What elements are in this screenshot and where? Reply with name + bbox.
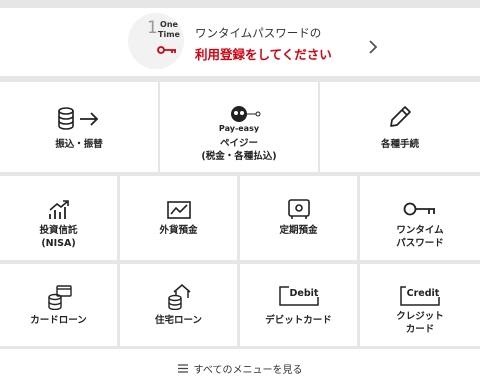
fx-chart-icon	[166, 201, 191, 219]
tile-time-deposit[interactable]: 定期預金	[240, 176, 357, 260]
tile-investment-trust-label: 投資信託 (NISA)	[39, 225, 78, 249]
onetime-badge-number: 1	[147, 18, 158, 38]
tile-foreign-deposit[interactable]: 外貨預金	[120, 176, 237, 260]
tile-foreign-deposit-label: 外貨預金	[159, 225, 198, 236]
onetime-badge-label: One Time	[158, 20, 180, 40]
tile-transfer[interactable]: 振込・振替	[0, 82, 158, 172]
banner-title: ワンタイムパスワードの	[195, 26, 322, 40]
payeasy-logo-text: Pay-easy	[219, 124, 260, 133]
tile-home-loan-label: 住宅ローン	[154, 315, 203, 326]
tile-payeasy-label: ペイジー (税金・各種払込)	[201, 138, 277, 162]
investment-chart-icon	[48, 200, 69, 219]
tile-credit-card-label: クレジット カード	[396, 311, 444, 335]
key-icon	[403, 202, 435, 216]
tile-credit-card[interactable]: Credit クレジット カード	[360, 264, 480, 346]
debit-card-icon: Debit	[278, 286, 318, 306]
pencil-icon	[390, 106, 411, 127]
tile-payeasy[interactable]: Pay-easy ペイジー (税金・各種払込)	[160, 82, 318, 172]
tile-investment-trust[interactable]: 投資信託 (NISA)	[0, 176, 117, 260]
tile-card-loan-label: カードローン	[30, 315, 87, 326]
tile-time-deposit-label: 定期預金	[279, 225, 318, 236]
chevron-right-icon	[369, 40, 378, 54]
tile-onetime-password[interactable]: ワンタイム パスワード	[360, 176, 480, 260]
banner-cta-text: 利用登録をしてください	[195, 47, 332, 62]
tile-procedures[interactable]: 各種手続	[320, 82, 480, 172]
onetime-badge-text-time: Time	[158, 30, 180, 39]
tile-transfer-label: 振込・振替	[55, 139, 103, 150]
safe-icon	[287, 199, 310, 219]
all-menu-label: すべてのメニューを見る	[193, 364, 303, 376]
home-loan-icon	[167, 284, 190, 310]
all-menu-button[interactable]: すべてのメニューを見る	[0, 349, 480, 387]
credit-card-icon: Credit	[400, 286, 440, 306]
onetime-password-banner[interactable]: 1 One Time ワンタイムパスワードの 利用登録をしてください	[0, 8, 480, 76]
tile-debit-card-label: デビットカード	[265, 315, 332, 326]
credit-card-icon-text: Credit	[407, 288, 440, 299]
tile-home-loan[interactable]: 住宅ローン	[120, 264, 237, 346]
card-loan-icon	[47, 285, 72, 310]
hamburger-menu-icon	[177, 363, 188, 373]
payeasy-logo: Pay-easy	[219, 106, 261, 133]
onetime-key-icon	[157, 46, 176, 54]
transfer-icon	[58, 107, 99, 130]
tile-onetime-password-label: ワンタイム パスワード	[396, 225, 444, 249]
debit-card-icon-text: Debit	[289, 288, 318, 299]
tile-procedures-label: 各種手続	[380, 139, 419, 150]
tile-debit-card[interactable]: Debit デビットカード	[240, 264, 357, 346]
tile-card-loan[interactable]: カードローン	[0, 264, 117, 346]
onetime-badge-text-one: One	[160, 20, 178, 29]
